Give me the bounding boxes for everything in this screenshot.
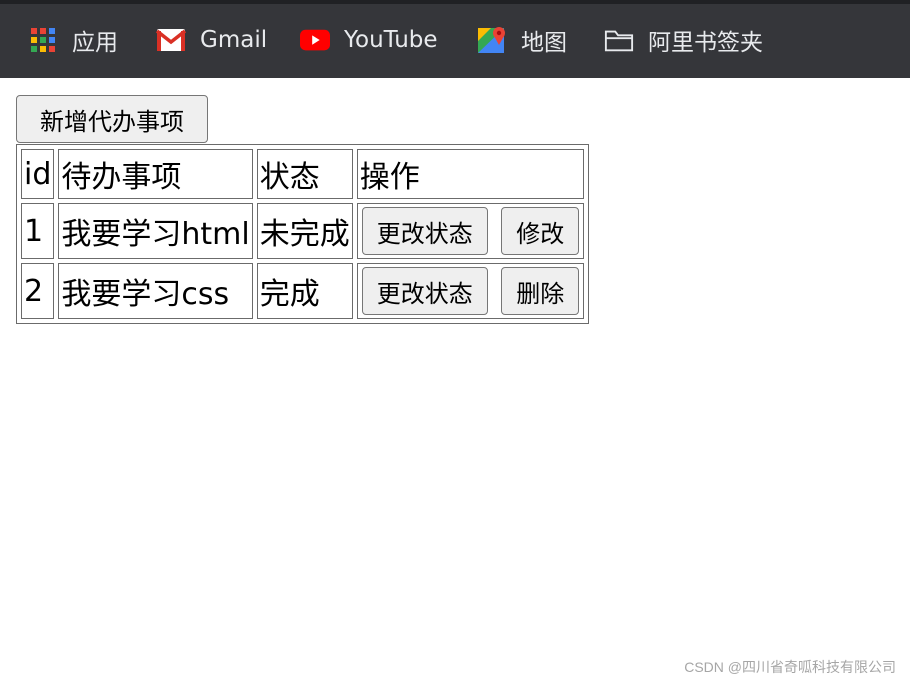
maps-icon bbox=[477, 25, 507, 55]
bookmark-label: 应用 bbox=[72, 30, 118, 56]
header-id: id bbox=[21, 149, 55, 199]
change-status-button[interactable]: 更改状态 bbox=[361, 207, 488, 255]
page-content: 新增代办事项 id 待办事项 状态 操作 1 我要学习html 未完成 更改状态… bbox=[0, 78, 910, 686]
table-header-row: id 待办事项 状态 操作 bbox=[21, 149, 585, 199]
bookmark-label: 阿里书签夹 bbox=[648, 30, 763, 56]
gmail-icon bbox=[156, 25, 186, 55]
apps-grid-icon bbox=[28, 25, 58, 55]
delete-button[interactable]: 删除 bbox=[501, 267, 580, 315]
cell-status: 完成 bbox=[256, 263, 353, 319]
cell-task: 我要学习css bbox=[58, 263, 253, 319]
cell-actions: 更改状态 修改 bbox=[356, 203, 585, 259]
cell-id: 2 bbox=[21, 263, 55, 319]
bookmark-label: YouTube bbox=[344, 27, 438, 53]
edit-button[interactable]: 修改 bbox=[501, 207, 580, 255]
bookmark-label: 地图 bbox=[521, 30, 567, 56]
watermark: CSDN @四川省奇呱科技有限公司 bbox=[684, 659, 896, 675]
cell-actions: 更改状态 删除 bbox=[356, 263, 585, 319]
bookmarks-bar: 应用 Gmail YouTube 地图 阿里书签夹 bbox=[0, 0, 910, 78]
change-status-button[interactable]: 更改状态 bbox=[361, 267, 488, 315]
todo-table: id 待办事项 状态 操作 1 我要学习html 未完成 更改状态 修改 2 我… bbox=[16, 144, 590, 324]
header-status: 状态 bbox=[256, 149, 353, 199]
bookmark-youtube[interactable]: YouTube bbox=[300, 22, 438, 58]
bookmark-gmail[interactable]: Gmail bbox=[156, 22, 267, 58]
cell-status: 未完成 bbox=[256, 203, 353, 259]
cell-task: 我要学习html bbox=[58, 203, 253, 259]
cell-id: 1 bbox=[21, 203, 55, 259]
bookmark-label: Gmail bbox=[200, 27, 268, 53]
table-row: 2 我要学习css 完成 更改状态 删除 bbox=[21, 263, 585, 319]
table-row: 1 我要学习html 未完成 更改状态 修改 bbox=[21, 203, 585, 259]
header-task: 待办事项 bbox=[58, 149, 253, 199]
bookmark-apps[interactable]: 应用 bbox=[28, 22, 118, 58]
bookmark-maps[interactable]: 地图 bbox=[477, 22, 567, 58]
add-todo-button[interactable]: 新增代办事项 bbox=[16, 95, 208, 143]
header-actions: 操作 bbox=[356, 149, 585, 199]
bookmark-folder-aliyun[interactable]: 阿里书签夹 bbox=[604, 22, 763, 58]
youtube-icon bbox=[300, 25, 330, 55]
folder-icon bbox=[604, 25, 634, 55]
